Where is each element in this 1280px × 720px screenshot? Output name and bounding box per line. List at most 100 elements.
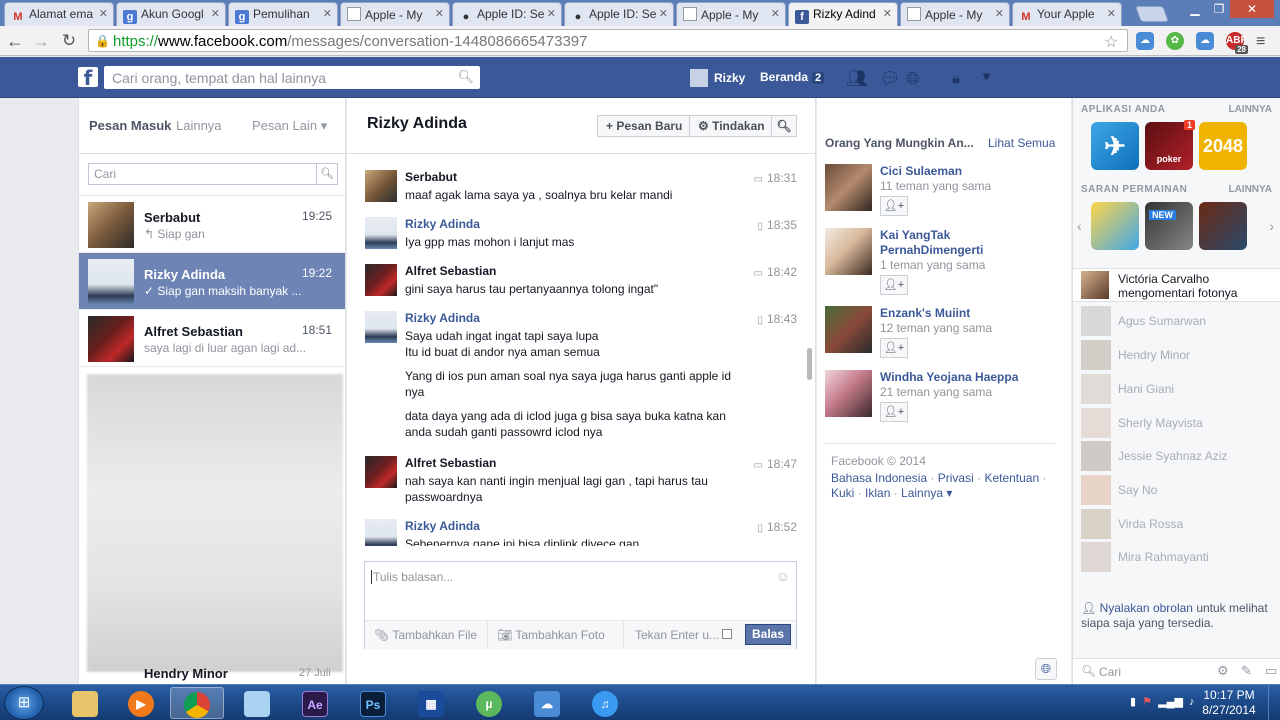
chevron-right-icon[interactable]: › [1269,218,1274,234]
system-clock[interactable]: 10:17 PM 8/27/2014 [1196,688,1262,718]
tab-other[interactable]: Lainnya [176,118,222,133]
search-conversation-button[interactable]: 🔍︎ [771,115,797,137]
chat-search-input[interactable]: 🔍︎ Cari ⚙ ✎ ▭ [1073,658,1280,684]
flag-icon[interactable]: ⚑ [1142,696,1152,708]
explorer-taskbar-icon[interactable] [58,687,112,719]
reload-icon[interactable]: ↻ [58,30,80,52]
press-enter-checkbox[interactable] [722,629,732,639]
browser-tab[interactable]: Apple - My ✕ [676,2,786,26]
avatar[interactable] [825,306,872,353]
footer-link[interactable]: Ketentuan [984,471,1039,485]
conversation-title[interactable]: Rizky Adinda [367,115,467,133]
home-link[interactable]: Beranda 2 [760,70,825,84]
itunes-taskbar-icon[interactable]: ♫ [578,687,632,719]
browser-tab[interactable]: g Pemulihan ✕ [228,2,338,26]
inbox-search-input[interactable]: Cari 🔍︎ [88,163,338,185]
scrollbar-thumb[interactable] [807,348,812,380]
forward-arrow-icon[interactable]: → [30,30,52,52]
browser-tab-active[interactable]: f Rizky Adind ✕ [788,2,898,26]
emoji-icon[interactable]: ☺ [776,568,790,584]
chat-friend-item[interactable]: Sherly Mayvista [1081,408,1280,438]
cloud-taskbar-icon[interactable]: ☁ [520,687,574,719]
avatar[interactable] [365,217,397,249]
reply-button[interactable]: Balas [745,624,791,645]
games-more-link[interactable]: LAINNYA [1228,184,1272,195]
volume-icon[interactable]: ♪ [1189,696,1195,708]
game-tile[interactable] [1199,202,1247,250]
browser-tab[interactable]: M Alamat ema ✕ [4,2,114,26]
footer-link[interactable]: Kuki [831,486,854,500]
close-icon[interactable]: ✕ [547,7,556,20]
friend-requests-icon[interactable]: 👥︎ [846,69,868,89]
close-icon[interactable]: ✕ [211,7,220,20]
browser-tab[interactable]: Apple - My ✕ [340,2,450,26]
chrome-taskbar-icon[interactable] [170,687,224,719]
chat-friend-item[interactable]: Hendry Minor [1081,340,1280,370]
see-all-link[interactable]: Lihat Semua [988,136,1055,150]
thread-item[interactable]: Alfret Sebastian 18:51 saya lagi di luar… [79,310,345,367]
browser-tab[interactable]: g Akun Googl ✕ [116,2,226,26]
messages-icon[interactable]: 💬︎ [879,69,901,89]
chat-friend-item[interactable]: Mira Rahmayanti [1081,542,1280,572]
notepad-taskbar-icon[interactable] [230,687,284,719]
facebook-logo-icon[interactable]: f [78,67,98,89]
close-icon[interactable]: ✕ [1107,7,1116,20]
close-icon[interactable]: ✕ [883,7,892,20]
search-icon[interactable]: 🔍︎ [457,69,474,85]
bookmark-star-icon[interactable]: ☆ [1104,32,1118,52]
new-message-button[interactable]: + Pesan Baru [597,115,692,137]
thread-item[interactable]: Serbabut 19:25 ↰ Siap gan [79,196,345,253]
cloud-extension-icon[interactable]: ☁ [1196,32,1214,50]
windows-start-button[interactable]: ⊞ [4,686,44,720]
show-desktop-button[interactable] [1268,685,1280,720]
tab-inbox[interactable]: Pesan Masuk [89,118,171,133]
browser-tab[interactable]: ● Apple ID: Se ✕ [452,2,562,26]
footer-link[interactable]: Lainnya ▾ [901,486,952,500]
adblock-extension-icon[interactable]: ABP 28 [1226,32,1248,54]
after-effects-taskbar-icon[interactable]: Ae [288,687,342,719]
poker-app-icon[interactable]: poker 1 [1145,120,1195,170]
avatar[interactable] [365,264,397,296]
maximize-button[interactable]: ❐ [1206,0,1232,18]
footer-link[interactable]: Iklan [865,486,890,500]
privacy-shortcuts-icon[interactable]: 🔒︎ [952,70,960,87]
cloud-extension-icon[interactable]: ☁ [1136,32,1154,50]
ticker-item[interactable]: Victória Carvalho mengomentari fotonya [1073,268,1280,302]
chevron-down-icon[interactable]: ▼ [980,69,993,84]
add-file-button[interactable]: 📎︎ Tambahkan File [374,628,477,642]
minimize-button[interactable]: ▁ [1182,0,1208,18]
facebook-search-input[interactable]: Cari orang, tempat dan hal lainnya 🔍︎ [104,66,480,89]
media-player-taskbar-icon[interactable]: ▶ [114,687,168,719]
thread-item-selected[interactable]: Rizky Adinda 19:22 ✓ Siap gan maksih ban… [79,253,345,310]
evernote-extension-icon[interactable]: ✿ [1166,32,1184,50]
notifications-globe-icon[interactable]: 🌐︎ [906,69,920,89]
compose-icon[interactable]: ✎ [1241,663,1252,679]
game-2048-app-icon[interactable]: 2048 [1199,122,1247,170]
avatar[interactable] [825,164,872,211]
address-bar[interactable]: 🔒 https://www.facebook.com/messages/conv… [88,29,1128,52]
avatar[interactable] [365,311,397,343]
apps-more-link[interactable]: LAINNYA [1228,104,1272,115]
back-arrow-icon[interactable]: ← [4,30,26,52]
reply-input[interactable]: Tulis balasan... [371,570,453,584]
footer-link[interactable]: Bahasa Indonesia [831,471,927,485]
avatar[interactable] [825,370,872,417]
browser-tab[interactable]: ● Apple ID: Se ✕ [564,2,674,26]
profile-link[interactable]: Rizky [690,69,745,87]
photoshop-taskbar-icon[interactable]: Ps [346,687,400,719]
avatar[interactable] [825,228,872,275]
menu-icon[interactable]: ≡ [1256,33,1265,51]
chat-friend-item[interactable]: Agus Sumarwan [1081,306,1280,336]
add-photo-button[interactable]: 📷︎ Tambahkan Foto [497,628,605,642]
new-tab-button[interactable] [1135,6,1169,22]
airplane-app-icon[interactable]: ✈ [1091,122,1139,170]
signal-icon[interactable]: ▂▄▆ [1158,696,1183,708]
gear-icon[interactable]: ⚙ [1217,663,1229,679]
close-icon[interactable]: ✕ [771,7,780,20]
close-icon[interactable]: ✕ [995,7,1004,20]
close-icon[interactable]: ✕ [659,7,668,20]
chat-friend-item[interactable]: Virda Rossa [1081,509,1280,539]
avatar[interactable] [365,456,397,488]
chat-friend-item[interactable]: Jessie Syahnaz Aziz [1081,441,1280,471]
actions-button[interactable]: ⚙ Tindakan [689,115,774,137]
